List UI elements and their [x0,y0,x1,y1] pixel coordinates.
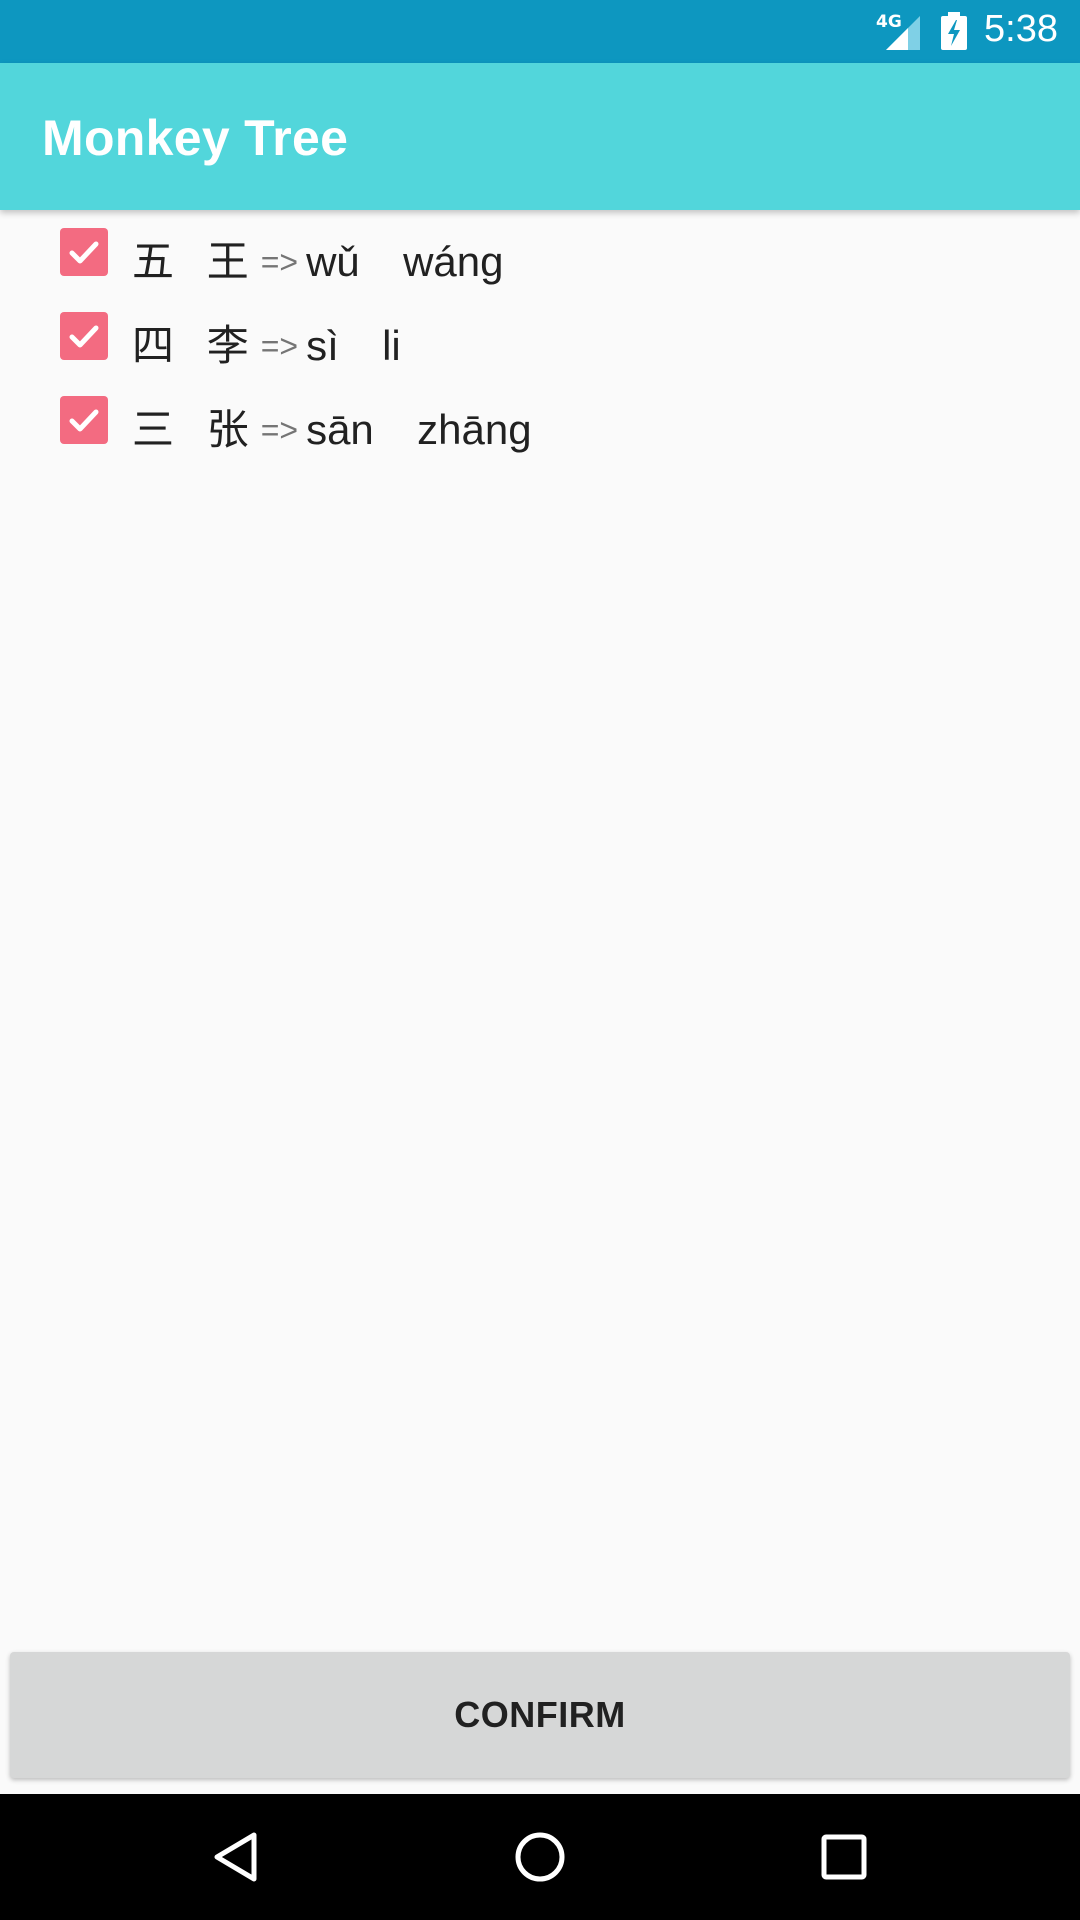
recents-icon[interactable] [814,1827,874,1887]
checkbox-checked[interactable] [60,396,108,444]
list-item-text: 三 张 => sān zhāng [132,396,532,454]
list-item-text: 四 李 => sì li [132,312,401,370]
checkbox-checked[interactable] [60,312,108,360]
arrow-text: => [260,244,299,280]
status-time: 5:38 [984,8,1058,50]
status-bar: 4G 5:38 [0,0,1080,63]
check-icon [69,325,99,348]
arrow-text: => [260,412,299,448]
confirm-button[interactable]: CONFIRM [10,1652,1070,1778]
pinyin-text: sì li [306,322,401,369]
hanzi-text: 三 张 [132,405,251,454]
signal-icon: 4G [874,10,922,52]
battery-charging-icon [940,12,968,50]
pinyin-text: sān zhāng [306,406,532,453]
home-icon[interactable] [510,1827,570,1887]
list-item-text: 五 王 => wǔ wáng [132,228,504,286]
list-item[interactable]: 五 王 => wǔ wáng [0,210,1080,294]
back-icon[interactable] [207,1827,267,1887]
arrow-text: => [260,328,299,364]
list-item[interactable]: 四 李 => sì li [0,294,1080,378]
hanzi-text: 五 王 [132,237,251,286]
check-icon [69,409,99,432]
app-title: Monkey Tree [42,110,349,166]
app-bar: Monkey Tree [0,63,1080,210]
checkbox-checked[interactable] [60,228,108,276]
navigation-bar [0,1794,1080,1920]
screen: 4G 5:38 Monkey Tree 五 王 => wǔ wáng 四 李 =… [0,0,1080,1920]
hanzi-text: 四 李 [132,321,251,370]
list-item[interactable]: 三 张 => sān zhāng [0,378,1080,462]
pinyin-text: wǔ wáng [306,238,504,285]
check-icon [69,241,99,264]
